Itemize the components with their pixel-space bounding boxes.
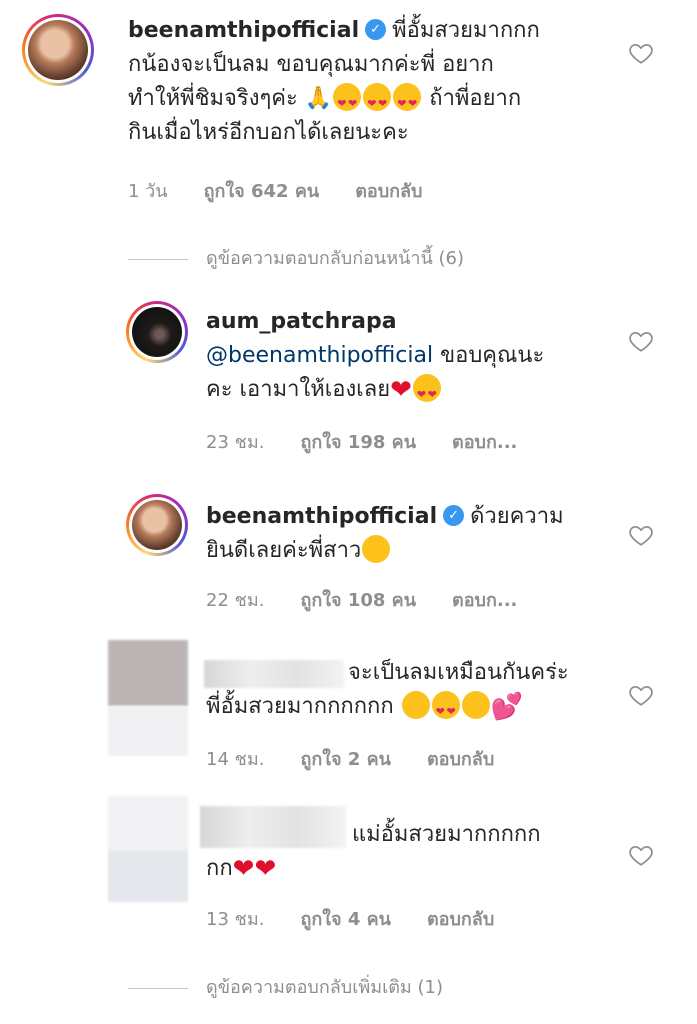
likes-count-button[interactable]: ถูกใจ 198 คน [300,432,416,453]
reply-button[interactable]: ตอบกลับ [355,181,422,202]
redacted-avatar [108,706,188,756]
like-heart-icon[interactable] [628,522,654,548]
comment-text: beenamthipofficial ✓ พี่อั้มสวยมากกก กน้อง… [128,14,598,150]
red-heart-emoji-icon: ❤ [232,854,255,884]
comment-time: 23 ชม. [206,432,265,453]
like-heart-icon[interactable] [628,842,654,868]
redacted-avatar [108,850,188,902]
redacted-avatar [108,796,188,850]
red-heart-emoji-icon: ❤ [254,854,277,884]
heart-eyes-emoji-icon [363,82,392,121]
heart-eyes-emoji-icon [412,373,441,412]
mention-link[interactable]: @beenamthipofficial [206,343,433,368]
comment-text: จะเป็นลมเหมือนกันคร่ะ พี่อั้มสวยมากกกกกก… [206,656,636,729]
reply-button[interactable]: ตอบกลับ [427,749,494,770]
reply-button[interactable]: ตอบกลับ [427,909,494,930]
likes-count-button[interactable]: ถูกใจ 2 คน [300,749,391,770]
username-link[interactable]: beenamthipofficial [206,504,437,529]
surprised-emoji-icon [461,690,490,719]
comment-time: 14 ชม. [206,749,265,770]
likes-count-button[interactable]: ถูกใจ 642 คน [204,181,320,202]
divider [128,258,188,260]
comment-time: 1 วัน [128,181,168,202]
comment-time: 22 ชม. [206,590,265,611]
comment-meta: 22 ชม. ถูกใจ 108 คน ตอบก... [206,585,553,614]
comment-meta: 13 ชม. ถูกใจ 4 คน ตอบกลับ [206,904,530,933]
comment-meta: 1 วัน ถูกใจ 642 คน ตอบกลับ [128,176,458,205]
likes-count-button[interactable]: ถูกใจ 108 คน [300,590,416,611]
comment-meta: 23 ชม. ถูกใจ 198 คน ตอบก... [206,427,553,456]
comment-text: แม่อั้มสวยมากกกกก กก❤❤ [206,822,541,884]
comment-time: 13 ชม. [206,909,265,930]
comment-text: beenamthipofficial ✓ ด้วยความ ยินดีเลยค่ะพ… [206,504,564,563]
avatar[interactable] [22,14,94,86]
divider [128,987,188,989]
verified-badge-icon: ✓ [443,504,465,526]
folded-hands-emoji-icon: 🙏 [304,86,333,111]
verified-badge-icon: ✓ [365,18,387,40]
reply-button[interactable]: ตอบก... [452,432,517,453]
like-heart-icon[interactable] [628,328,654,354]
redacted-avatar [108,640,188,706]
view-more-replies-button[interactable]: ดูข้อความตอบกลับเพิ่มเติม (1) [128,972,443,1001]
avatar[interactable] [126,494,188,556]
likes-count-button[interactable]: ถูกใจ 4 คน [300,909,391,930]
username-link[interactable]: beenamthipofficial [128,18,359,43]
comment-meta: 14 ชม. ถูกใจ 2 คน ตอบกลับ [206,744,530,773]
sparkling-heart-emoji-icon: 💕 [490,692,524,722]
avatar[interactable] [126,301,188,363]
view-previous-replies-button[interactable]: ดูข้อความตอบกลับก่อนหน้านี้ (6) [128,243,464,272]
heart-eyes-emoji-icon [431,690,460,729]
like-heart-icon[interactable] [628,682,654,708]
smiling-emoji-icon [362,534,391,563]
comment-text: aum_patchrapa @beenamthipofficial ขอบคุณ… [206,305,606,412]
like-heart-icon[interactable] [628,40,654,66]
reply-button[interactable]: ตอบก... [452,590,517,611]
surprised-emoji-icon [401,690,430,719]
heart-eyes-emoji-icon [333,82,362,121]
red-heart-emoji-icon: ❤ [390,375,412,405]
username-link[interactable]: aum_patchrapa [206,309,397,334]
heart-eyes-emoji-icon [393,82,422,121]
